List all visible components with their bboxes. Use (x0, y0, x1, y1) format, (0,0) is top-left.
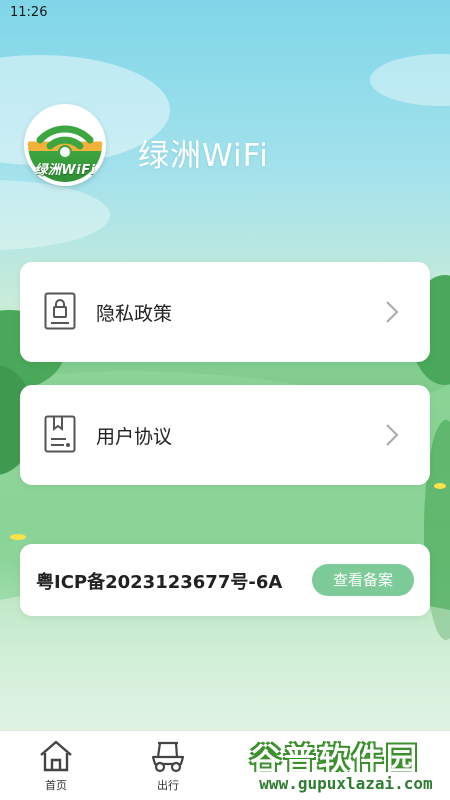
lock-document-icon (44, 292, 76, 330)
brand-header: 绿洲WiFi 绿洲WiFi (24, 104, 404, 190)
app-name: 绿洲WiFi (138, 138, 269, 174)
icp-record-card: 粤ICP备2023123677号-6A 查看备案 (20, 544, 430, 616)
logo-text: 绿洲WiFi (34, 163, 96, 178)
app-logo: 绿洲WiFi (24, 104, 106, 186)
tab-home[interactable]: 首页 (26, 739, 86, 795)
bookmark-document-icon (44, 415, 76, 453)
privacy-policy-item[interactable]: 隐私政策 (20, 262, 430, 362)
tab-home-label: 首页 (45, 779, 67, 792)
view-record-button[interactable]: 查看备案 (312, 564, 414, 596)
tab-travel-label: 出行 (157, 779, 179, 792)
site-watermark: 谷普软件园 www.gupuxlazai.com (244, 734, 448, 796)
icp-number: 粤ICP备2023123677号-6A (36, 572, 283, 593)
golf-cart-icon (151, 741, 185, 773)
status-bar: 11:26 (0, 0, 450, 26)
watermark-url: www.gupuxlazai.com (244, 772, 448, 796)
chevron-right-icon (386, 301, 399, 323)
tab-travel[interactable]: 出行 (138, 739, 198, 795)
privacy-policy-label: 隐私政策 (96, 303, 173, 325)
user-agreement-label: 用户协议 (96, 426, 173, 448)
user-agreement-item[interactable]: 用户协议 (20, 385, 430, 485)
status-time: 11:26 (10, 5, 48, 20)
home-icon (40, 740, 72, 772)
chevron-right-icon (386, 424, 399, 446)
